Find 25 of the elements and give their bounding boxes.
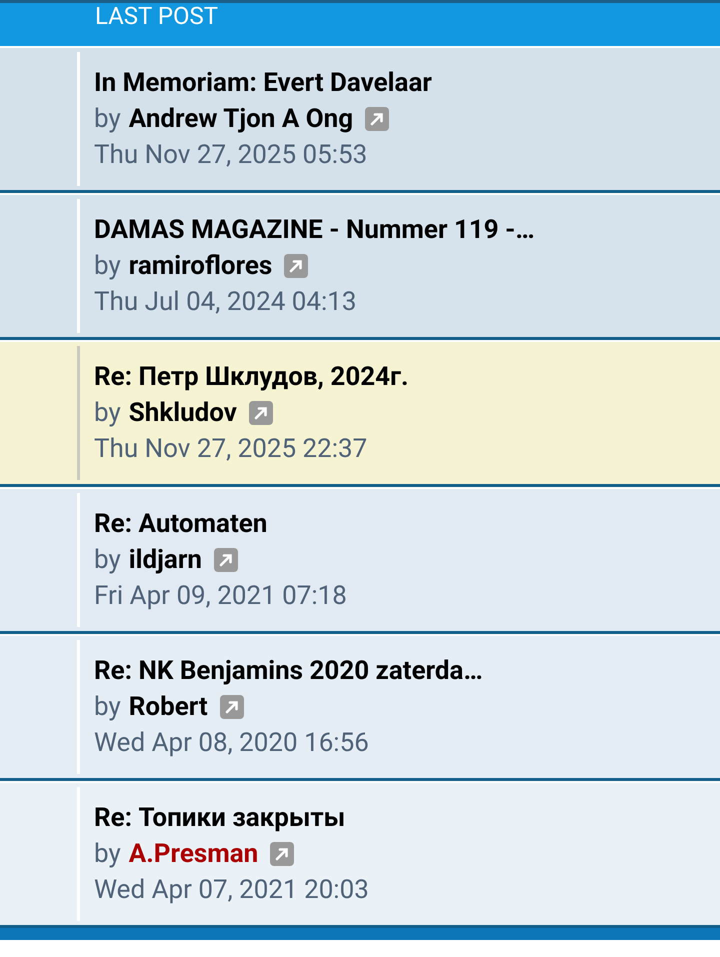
topic-link[interactable]: Re: NK Benjamins 2020 zaterda… xyxy=(94,653,483,689)
topic-link[interactable]: In Memoriam: Evert Davelaar xyxy=(94,65,432,101)
post-time: Thu Nov 27, 2025 22:37 xyxy=(94,433,368,466)
author-link[interactable]: ramiroflores xyxy=(128,248,272,284)
post-time: Wed Apr 07, 2021 20:03 xyxy=(94,874,369,907)
by-label: by xyxy=(94,103,121,136)
author-link[interactable]: Robert xyxy=(128,689,208,725)
author-link[interactable]: ildjarn xyxy=(128,542,202,578)
column-heading: LAST POST xyxy=(95,3,218,29)
post-time: Fri Apr 09, 2021 07:18 xyxy=(94,580,347,613)
by-label: by xyxy=(94,544,121,577)
post-time: Wed Apr 08, 2020 16:56 xyxy=(94,727,370,760)
topic-link[interactable]: Re: Топики закрыты xyxy=(94,800,369,836)
topic-link[interactable]: Re: Петр Шклудов, 2024г. xyxy=(94,359,409,395)
author-link[interactable]: Shkludov xyxy=(128,395,237,431)
topic-link[interactable]: Re: Automaten xyxy=(94,506,347,542)
by-label: by xyxy=(94,397,121,430)
by-label: by xyxy=(94,691,121,724)
topic-link[interactable]: DAMAS MAGAZINE - Nummer 119 -… xyxy=(94,212,535,248)
by-label: by xyxy=(94,838,121,871)
author-link[interactable]: A.Presman xyxy=(128,836,258,872)
post-time: Thu Jul 04, 2024 04:13 xyxy=(94,286,358,319)
by-label: by xyxy=(94,250,121,283)
post-time: Thu Nov 27, 2025 05:53 xyxy=(94,139,368,172)
author-link[interactable]: Andrew Tjon A Ong xyxy=(128,101,354,137)
